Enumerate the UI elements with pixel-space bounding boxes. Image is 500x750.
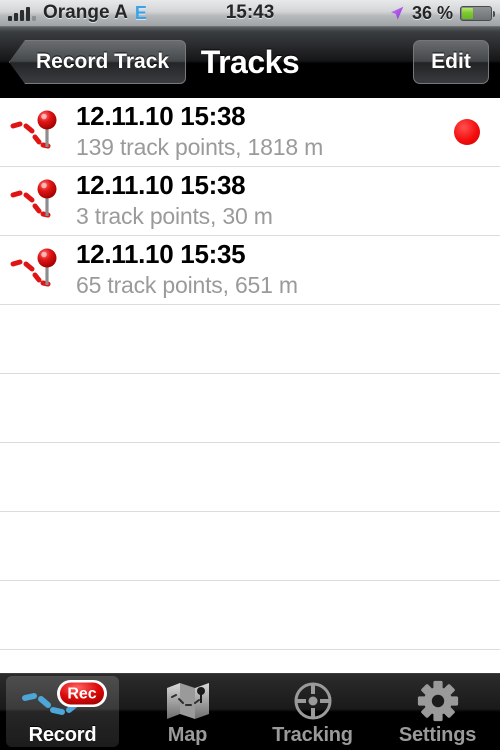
- track-row[interactable]: 12.11.10 15:35 65 track points, 651 m: [0, 236, 500, 305]
- empty-row: [0, 305, 500, 374]
- status-bar-left: Orange A E: [8, 2, 147, 24]
- tab-bar: Rec Record Map Tracking Settings: [0, 673, 500, 750]
- tab-tracking[interactable]: Tracking: [250, 674, 375, 750]
- status-bar-right: 36 %: [388, 2, 495, 24]
- crosshair-icon: [292, 680, 334, 722]
- status-bar: Orange A E 15:43 36 %: [0, 0, 500, 27]
- record-track-icon: Rec: [17, 680, 109, 722]
- svg-text:Rec: Rec: [67, 686, 96, 703]
- map-icon: [165, 680, 211, 722]
- track-row-text: 12.11.10 15:38 139 track points, 1818 m: [76, 102, 434, 161]
- track-timestamp: 12.11.10 15:38: [76, 170, 246, 201]
- track-stats: 3 track points, 30 m: [76, 202, 273, 229]
- track-timestamp: 12.11.10 15:35: [76, 239, 246, 270]
- track-stats: 65 track points, 651 m: [76, 271, 298, 298]
- edit-button[interactable]: Edit: [413, 40, 489, 84]
- empty-row: [0, 374, 500, 443]
- empty-row: [0, 581, 500, 650]
- tracks-list[interactable]: 12.11.10 15:38 139 track points, 1818 m …: [0, 98, 500, 673]
- tab-record[interactable]: Rec Record: [0, 674, 125, 750]
- tab-settings[interactable]: Settings: [375, 674, 500, 750]
- status-bar-clock: 15:43: [225, 2, 275, 23]
- edit-button-label: Edit: [431, 50, 471, 73]
- track-row[interactable]: 12.11.10 15:38 3 track points, 30 m: [0, 167, 500, 236]
- track-stats: 139 track points, 1818 m: [76, 133, 324, 160]
- tab-map[interactable]: Map: [125, 674, 250, 750]
- tab-label: Tracking: [272, 724, 353, 746]
- track-pin-icon: [6, 106, 64, 158]
- carrier-name: Orange A: [43, 2, 128, 23]
- signal-bars-icon: [8, 6, 36, 21]
- navigation-bar: Record Track Tracks Edit: [0, 27, 500, 98]
- battery-icon: [460, 5, 495, 21]
- track-pin-icon: [6, 244, 64, 296]
- track-row[interactable]: 12.11.10 15:38 139 track points, 1818 m: [0, 98, 500, 167]
- tab-label: Settings: [398, 724, 477, 746]
- gear-icon: [417, 680, 459, 722]
- app-screen: Orange A E 15:43 36 % Record Track Track…: [0, 0, 500, 750]
- empty-row: [0, 512, 500, 581]
- track-row-accessory: [434, 119, 500, 145]
- track-row-text: 12.11.10 15:38 3 track points, 30 m: [76, 171, 434, 230]
- track-timestamp: 12.11.10 15:38: [76, 101, 246, 132]
- tab-label: Record: [28, 724, 97, 746]
- battery-percent-label: 36 %: [411, 2, 453, 23]
- track-pin-icon: [6, 175, 64, 227]
- network-type-indicator: E: [134, 3, 147, 23]
- track-row-text: 12.11.10 15:35 65 track points, 651 m: [76, 240, 434, 299]
- recording-dot-icon: [454, 119, 480, 145]
- tab-label: Map: [167, 724, 208, 746]
- empty-row: [0, 443, 500, 512]
- location-arrow-icon: [388, 5, 405, 22]
